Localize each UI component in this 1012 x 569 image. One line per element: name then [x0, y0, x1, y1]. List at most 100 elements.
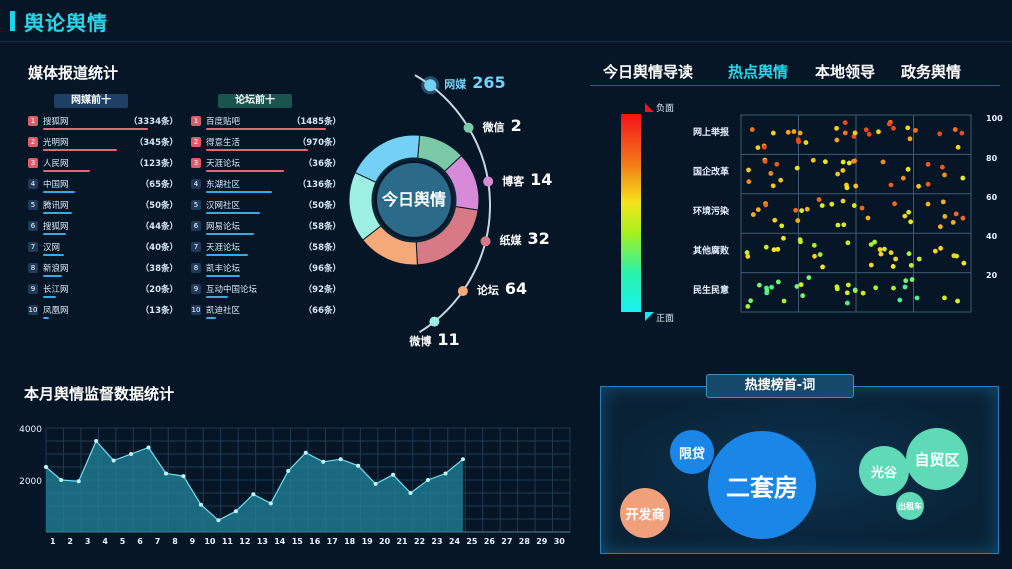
- tab-1[interactable]: 今日舆情导读: [603, 61, 693, 82]
- rank-number: 4: [28, 179, 38, 189]
- ranking-row[interactable]: 2 光明网 （345条）: [28, 135, 178, 156]
- channel-label[interactable]: 微信 2: [483, 116, 522, 135]
- scatter-category-label: 网上举报: [693, 126, 729, 138]
- ranking-row[interactable]: 2 得意生活 （970条）: [191, 135, 341, 156]
- scatter-point: [770, 130, 776, 136]
- scatter-point: [902, 284, 908, 290]
- rank-level-bar: [206, 149, 308, 151]
- ranking-row[interactable]: 1 搜狐网 （3334条）: [28, 114, 178, 135]
- channel-name: 网媒: [444, 78, 467, 92]
- channel-label[interactable]: 纸媒 32: [500, 229, 550, 248]
- tab-2[interactable]: 热点舆情: [728, 61, 788, 82]
- ranking-row[interactable]: 5 腾讯网 （50条）: [28, 198, 178, 219]
- monthly-stats-title: 本月舆情监督数据统计: [24, 385, 175, 403]
- scatter-point: [909, 277, 915, 282]
- tab-3[interactable]: 本地领导: [815, 61, 875, 82]
- legend-positive-label: 正面: [656, 314, 675, 324]
- rank-article-count: （40条）: [140, 243, 178, 253]
- rank-source-name: 搜狐网: [43, 117, 69, 127]
- scatter-point: [845, 282, 851, 288]
- rank-number: 6: [191, 221, 201, 231]
- scatter-point: [745, 254, 751, 259]
- rank-level-bar: [43, 233, 66, 235]
- rank-article-count: （3334条）: [128, 117, 178, 127]
- hot-word-bubble[interactable]: 限贷: [670, 430, 714, 474]
- hot-word-bubble[interactable]: 出租车: [896, 492, 924, 520]
- area-x-tick: 6: [137, 537, 143, 546]
- scatter-point: [834, 286, 840, 292]
- channel-count: 2: [510, 115, 522, 135]
- scatter-y-tick: 100: [986, 114, 1003, 123]
- area-point: [164, 471, 168, 476]
- channel-count: 64: [504, 279, 528, 299]
- rank-level-bar: [206, 275, 240, 277]
- ranking-row[interactable]: 9 互动中国论坛 （92条）: [191, 282, 341, 303]
- ranking-row[interactable]: 9 长江网 （20条）: [28, 282, 178, 303]
- rank-source-name: 汉网社区: [206, 201, 241, 211]
- scatter-point: [816, 197, 822, 203]
- rank-source-name: 光明网: [43, 138, 69, 148]
- scatter-point: [749, 127, 755, 132]
- ranking-row[interactable]: 7 汉网 （40条）: [28, 240, 178, 261]
- hot-word-bubble[interactable]: 自贸区: [906, 428, 968, 490]
- ranking-row[interactable]: 3 天涯论坛 （36条）: [191, 156, 341, 177]
- rank-level-bar: [206, 254, 248, 256]
- channel-label[interactable]: 论坛 64: [477, 279, 527, 298]
- scatter-point: [882, 246, 887, 252]
- ranking-row[interactable]: 4 中国网 （65条）: [28, 177, 178, 198]
- rank-source-name: 得意生活: [206, 138, 241, 148]
- scatter-point: [770, 183, 776, 189]
- ranking-row[interactable]: 4 东湖社区 （136条）: [191, 177, 341, 198]
- ranking-row[interactable]: 5 汉网社区 （50条）: [191, 198, 341, 219]
- scatter-point: [851, 158, 856, 164]
- scatter-point: [785, 129, 791, 135]
- ranking-row[interactable]: 1 百度贴吧 （1485条）: [191, 114, 341, 135]
- area-point: [76, 479, 81, 484]
- ranking-row[interactable]: 7 天涯论坛 （58条）: [191, 240, 341, 261]
- scatter-point: [925, 181, 931, 187]
- scatter-point: [842, 130, 848, 136]
- ranking-row[interactable]: 10 凤凰网 （13条）: [28, 303, 178, 324]
- area-point: [129, 452, 134, 456]
- ranking-row[interactable]: 10 凯迪社区 （66条）: [191, 303, 341, 324]
- scatter-point: [794, 165, 800, 171]
- area-x-tick: 21: [396, 537, 408, 546]
- scatter-point: [937, 131, 943, 137]
- ranking-row[interactable]: 6 搜狐网 （44条）: [28, 219, 178, 240]
- scatter-point: [932, 248, 938, 254]
- channel-label[interactable]: 网媒 265: [444, 73, 505, 92]
- scatter-point: [897, 297, 903, 303]
- channel-node: [483, 176, 494, 187]
- area-point: [198, 502, 203, 507]
- tab-web-media-top10[interactable]: 网媒前十: [54, 94, 128, 108]
- monthly-supervision-area-chart: 400020001 2 3 4 5 6 7 8 9 10 11 12 13 14 15 16 17 18 19 20 2…: [19, 425, 571, 546]
- scatter-point: [886, 121, 892, 127]
- channel-node: [424, 79, 437, 92]
- rank-source-name: 汉网: [43, 243, 61, 253]
- hot-word-bubble[interactable]: 开发商: [620, 488, 670, 538]
- scatter-point: [778, 177, 784, 183]
- hot-word-bubble[interactable]: 光谷: [859, 446, 909, 496]
- media-stats-title: 媒体报道统计: [28, 64, 119, 82]
- scatter-point: [880, 159, 886, 165]
- scatter-point: [959, 130, 965, 136]
- channel-node: [463, 122, 474, 133]
- channel-label[interactable]: 微博 11: [409, 330, 459, 349]
- scatter-point: [914, 295, 920, 301]
- channel-label[interactable]: 博客 14: [502, 170, 552, 189]
- scatter-point: [844, 290, 850, 296]
- scatter-point: [819, 203, 825, 209]
- scatter-point: [908, 219, 914, 225]
- tab-4[interactable]: 政务舆情: [901, 61, 961, 82]
- scatter-point: [835, 171, 841, 177]
- ranking-row[interactable]: 8 新浪网 （38条）: [28, 261, 178, 282]
- ranking-row[interactable]: 3 人民网 （123条）: [28, 156, 178, 177]
- ranking-row[interactable]: 8 凯丰论坛 （96条）: [191, 261, 341, 282]
- hot-word-bubble[interactable]: 二套房: [708, 431, 816, 539]
- area-point: [286, 468, 291, 473]
- scatter-y-tick: 60: [986, 193, 998, 202]
- ranking-row[interactable]: 6 网易论坛 （58条）: [191, 219, 341, 240]
- scatter-point: [961, 260, 967, 266]
- tab-forum-top10[interactable]: 论坛前十: [218, 94, 292, 108]
- scatter-point: [746, 179, 752, 185]
